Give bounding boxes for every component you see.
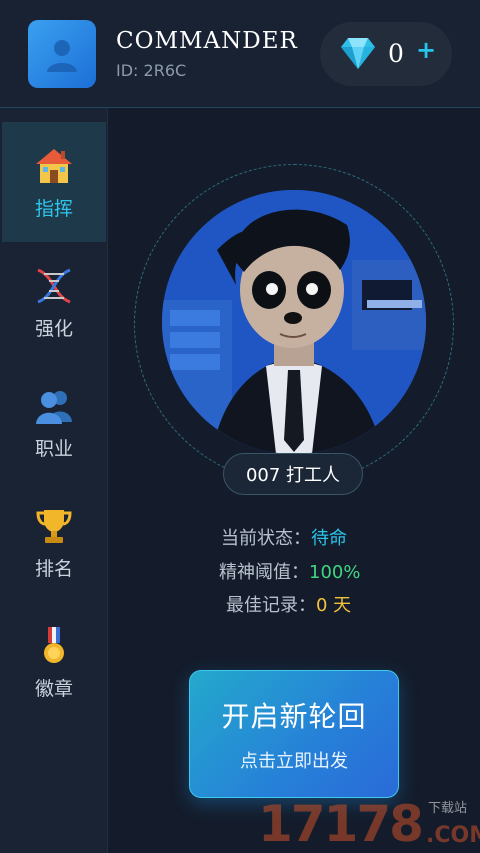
start-new-cycle-button[interactable]: 开启新轮回 点击立即出发: [189, 670, 399, 798]
sidebar-item-label: 指挥: [34, 197, 73, 220]
sidebar-item-label: 强化: [34, 317, 73, 340]
watermark-label: 下载站: [428, 801, 468, 816]
dna-icon: [32, 264, 76, 308]
character-portrait: [162, 190, 426, 454]
sidebar-item-command[interactable]: 指挥: [2, 122, 106, 242]
stat-label: 最佳记录：: [226, 595, 316, 616]
start-button-subtitle: 点击立即出发: [240, 751, 348, 772]
sidebar-nav: 指挥 强化 职业 排名 徽章: [0, 108, 108, 853]
stat-mental-threshold: 精神阈值：100%: [219, 558, 419, 584]
stat-value: 100%: [309, 562, 361, 583]
stat-value: 待命: [311, 528, 347, 549]
user-id: ID: 2R6C: [116, 61, 187, 80]
user-icon: [47, 40, 77, 72]
gem-count: 0: [388, 39, 404, 68]
stat-label: 精神阈值：: [219, 562, 309, 583]
stat-status: 当前状态：待命: [221, 524, 421, 550]
medal-icon: [32, 624, 76, 668]
role-title: 007 打工人: [223, 453, 363, 495]
sidebar-item-enhance[interactable]: 强化: [2, 242, 106, 362]
stat-value: 0 天: [316, 595, 352, 616]
sidebar-item-label: 职业: [34, 437, 73, 460]
trophy-icon: [32, 504, 76, 548]
user-name: COMMANDER: [116, 28, 298, 54]
sidebar-item-label: 排名: [34, 557, 73, 580]
sidebar-item-ranking[interactable]: 排名: [2, 482, 106, 602]
house-icon: [32, 144, 76, 188]
diamond-icon: [341, 38, 375, 69]
sidebar-item-label: 徽章: [34, 677, 73, 700]
watermark-logo: 17178 下载站 .COM: [258, 795, 480, 853]
sidebar-item-career[interactable]: 职业: [2, 362, 106, 482]
stat-best-record: 最佳记录：0 天: [226, 591, 426, 617]
top-header: COMMANDER ID: 2R6C 0 +: [0, 0, 480, 108]
start-button-title: 开启新轮回: [221, 700, 367, 733]
add-gems-button[interactable]: +: [416, 36, 436, 64]
watermark-suffix: .COM: [426, 823, 480, 848]
sidebar-item-badges[interactable]: 徽章: [2, 602, 106, 722]
stat-label: 当前状态：: [221, 528, 311, 549]
people-icon: [32, 384, 76, 428]
avatar[interactable]: [28, 20, 96, 88]
watermark-main: 17178: [258, 795, 424, 853]
gem-counter[interactable]: 0 +: [320, 22, 452, 86]
